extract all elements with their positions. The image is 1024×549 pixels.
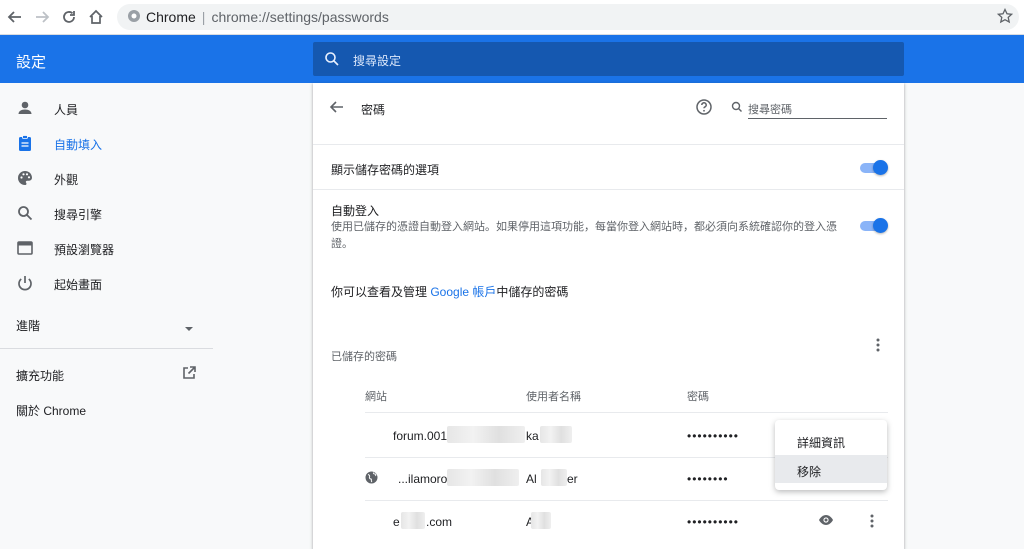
row-divider [313, 144, 904, 145]
saved-username: Al [526, 472, 537, 486]
globe-icon [365, 471, 378, 487]
column-header-site: 網站 [365, 391, 387, 403]
dropdown-arrow-icon [184, 321, 194, 335]
saved-password: •••••••••• [687, 429, 740, 443]
password-search-input[interactable]: 搜尋密碼 [748, 101, 792, 117]
redacted-text [531, 512, 551, 529]
redacted-text [541, 469, 567, 486]
row-divider [313, 189, 904, 190]
person-icon [16, 99, 34, 117]
row-divider [365, 500, 888, 501]
back-arrow-icon[interactable] [329, 99, 345, 118]
home-icon[interactable] [86, 7, 106, 27]
sidebar-item-label: 自動填入 [54, 138, 103, 152]
offer-to-save-label: 顯示儲存密碼的選項 [331, 163, 440, 177]
sidebar-extensions[interactable]: 擴充功能 [0, 359, 213, 389]
auto-signin-toggle[interactable] [860, 218, 888, 233]
sidebar-item-appearance[interactable]: 外觀 [0, 163, 213, 193]
search-icon [16, 204, 34, 222]
saved-site: ...ilamoros [398, 472, 454, 486]
site-label: Chrome [146, 9, 196, 25]
more-vert-icon[interactable] [870, 514, 874, 531]
sidebar-item-label: 搜尋引擎 [54, 208, 103, 222]
forward-icon[interactable] [32, 7, 52, 27]
more-vert-icon[interactable] [876, 338, 880, 355]
help-icon[interactable] [695, 98, 713, 119]
about-label: 關於 Chrome [16, 404, 87, 418]
browser-icon [16, 239, 34, 257]
auto-signin-description: 使用已儲存的憑證自動登入網站。如果停用這項功能，每當你登入網站時，都必須向系統確… [331, 221, 837, 250]
settings-search[interactable] [313, 42, 904, 76]
menu-item-details[interactable]: 詳細資訊 [775, 426, 887, 454]
auto-signin-title: 自動登入 [331, 204, 380, 218]
redacted-text [447, 426, 525, 443]
saved-password: •••••••• [687, 472, 729, 486]
eye-icon[interactable] [818, 514, 834, 529]
advanced-label: 進階 [16, 319, 41, 333]
redacted-text [540, 426, 572, 443]
redacted-text [447, 469, 519, 486]
google-account-text: 你可以查看及管理 Google 帳戶中儲存的密碼 [331, 285, 569, 299]
sidebar-item-autofill[interactable]: 自動填入 [0, 128, 213, 158]
row-divider [365, 412, 888, 413]
google-account-link[interactable]: Google 帳戶 [430, 285, 496, 299]
power-icon [16, 274, 34, 292]
password-action-menu: 詳細資訊 移除 [775, 420, 887, 490]
saved-username: ka [526, 429, 539, 443]
sidebar-item-people[interactable]: 人員 [0, 93, 213, 123]
offer-to-save-toggle[interactable] [860, 160, 888, 175]
saved-site: .com [426, 515, 453, 529]
saved-site-prefix: e [393, 515, 400, 529]
palette-icon [16, 169, 34, 187]
clipboard-icon [16, 134, 34, 152]
sidebar-divider [0, 348, 213, 349]
page-title: 設定 [16, 54, 47, 71]
open-in-new-icon [181, 365, 197, 384]
redacted-text [401, 512, 425, 529]
saved-username-tail: er [567, 472, 578, 486]
reload-icon[interactable] [59, 7, 79, 27]
sidebar-advanced[interactable]: 進階 [0, 309, 213, 339]
settings-search-input[interactable]: 搜尋設定 [353, 52, 401, 69]
sidebar-item-label: 外觀 [54, 173, 79, 187]
menu-item-remove[interactable]: 移除 [775, 455, 887, 483]
url-text: chrome://settings/passwords [211, 9, 389, 25]
bookmark-star-icon[interactable] [996, 7, 1015, 26]
saved-password: •••••••••• [687, 515, 740, 529]
back-icon[interactable] [5, 7, 25, 27]
extensions-label: 擴充功能 [16, 369, 65, 383]
search-icon [731, 101, 743, 116]
search-icon [324, 51, 340, 67]
sidebar-item-search-engine[interactable]: 搜尋引擎 [0, 198, 213, 228]
sidebar-item-label: 起始畫面 [54, 278, 103, 292]
sidebar-item-label: 預設瀏覽器 [54, 243, 115, 257]
saved-passwords-heading: 已儲存的密碼 [331, 351, 397, 363]
sidebar-item-default-browser[interactable]: 預設瀏覽器 [0, 233, 213, 263]
sidebar-item-label: 人員 [54, 103, 79, 117]
chrome-site-icon [127, 9, 141, 23]
saved-site: forum.001- [393, 429, 452, 443]
omnibox-text[interactable]: Chrome | chrome://settings/passwords [146, 9, 389, 25]
column-header-username: 使用者名稱 [526, 391, 581, 403]
menu-item-label: 詳細資訊 [797, 436, 846, 450]
passwords-title: 密碼 [361, 103, 386, 117]
sidebar-item-on-startup[interactable]: 起始畫面 [0, 268, 213, 298]
column-header-password: 密碼 [687, 391, 709, 403]
sidebar-about-chrome[interactable]: 關於 Chrome [0, 394, 213, 424]
menu-item-label: 移除 [797, 465, 822, 479]
